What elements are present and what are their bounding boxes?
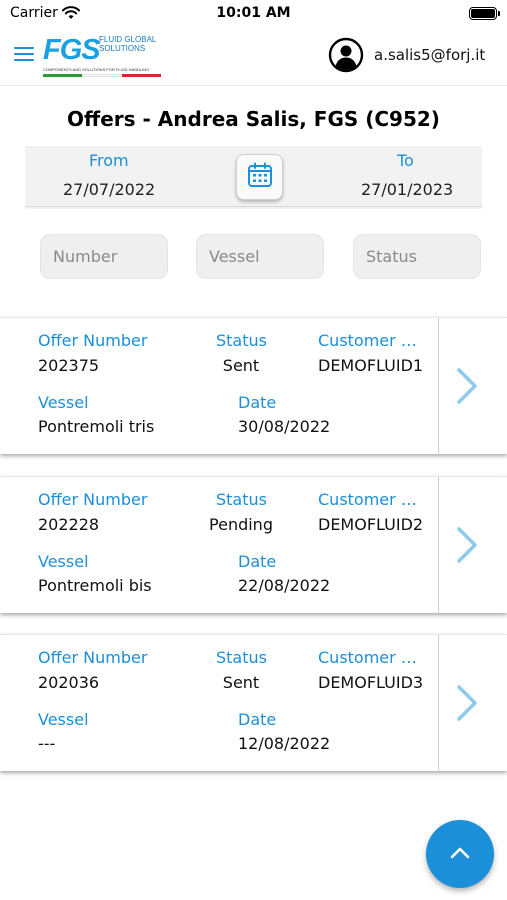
status-value: Sent <box>222 356 260 375</box>
battery-icon <box>469 7 500 20</box>
card-divider <box>438 477 439 614</box>
offer-card[interactable]: Offer Number Status Customer R... 202228… <box>0 476 507 614</box>
logo-tagline: COMPONENTS AND SOLUTIONS FOR FLUID HANDL… <box>43 67 150 72</box>
number-filter-input[interactable] <box>40 234 168 279</box>
chevron-up-icon <box>449 845 471 864</box>
calendar-icon <box>246 161 274 193</box>
chevron-right-icon[interactable] <box>454 683 480 723</box>
status-bar: Carrier 10:01 AM <box>0 0 507 28</box>
date-to-value[interactable]: 27/01/2023 <box>361 180 453 199</box>
customer-ref-label: Customer R... <box>318 490 426 509</box>
offer-number-label: Offer Number <box>38 331 148 350</box>
hamburger-menu-icon[interactable] <box>14 47 34 63</box>
date-label: Date <box>238 552 277 571</box>
date-divider <box>25 206 482 207</box>
date-label: Date <box>238 710 277 729</box>
date-to-label: To <box>397 151 414 170</box>
clock: 10:01 AM <box>216 5 291 21</box>
date-value: 12/08/2022 <box>238 734 331 753</box>
vessel-label: Vessel <box>38 710 89 729</box>
fgs-logo: FGS FLUID GLOBAL SOLUTIONS COMPONENTS AN… <box>43 34 163 80</box>
date-value: 22/08/2022 <box>238 576 331 595</box>
logo-mark: FGS <box>43 34 101 66</box>
date-to[interactable]: To 27/01/2023 <box>357 146 467 209</box>
chevron-right-icon[interactable] <box>454 366 480 406</box>
vessel-label: Vessel <box>38 552 89 571</box>
offer-number-value: 202375 <box>38 356 100 375</box>
vessel-value: --- <box>38 734 56 753</box>
customer-ref-value: DEMOFLUID1 <box>318 356 424 375</box>
date-from-label: From <box>89 151 129 170</box>
chevron-right-icon[interactable] <box>454 525 480 565</box>
logo-flag-stripe <box>43 74 161 77</box>
status-filter-input[interactable] <box>353 234 481 279</box>
page-title: Offers - Andrea Salis, FGS (C952) <box>67 107 440 131</box>
calendar-button[interactable] <box>236 154 283 200</box>
vessel-value: Pontremoli tris <box>38 417 155 436</box>
user-avatar-icon[interactable] <box>328 37 364 73</box>
status-label: Status <box>216 490 267 509</box>
status-value: Sent <box>222 673 260 692</box>
scroll-top-button[interactable] <box>426 820 494 888</box>
user-email[interactable]: a.salis5@forj.it <box>374 46 485 64</box>
customer-ref-label: Customer R... <box>318 648 426 667</box>
customer-ref-value: DEMOFLUID3 <box>318 673 424 692</box>
customer-ref-value: DEMOFLUID2 <box>318 515 424 534</box>
vessel-filter-input[interactable] <box>196 234 324 279</box>
offer-number-value: 202036 <box>38 673 100 692</box>
offer-number-value: 202228 <box>38 515 100 534</box>
date-from-value[interactable]: 27/07/2022 <box>63 180 155 199</box>
card-divider <box>438 635 439 772</box>
logo-subtitle: FLUID GLOBAL SOLUTIONS <box>99 35 157 53</box>
card-divider <box>438 318 439 455</box>
app-header: FGS FLUID GLOBAL SOLUTIONS COMPONENTS AN… <box>0 28 507 86</box>
status-label: Status <box>216 648 267 667</box>
offer-card[interactable]: Offer Number Status Customer R... 202375… <box>0 317 507 455</box>
vessel-value: Pontremoli bis <box>38 576 152 595</box>
offer-number-label: Offer Number <box>38 490 148 509</box>
date-from[interactable]: From 27/07/2022 <box>51 146 171 209</box>
offer-number-label: Offer Number <box>38 648 148 667</box>
customer-ref-label: Customer R... <box>318 331 426 350</box>
date-value: 30/08/2022 <box>238 417 331 436</box>
date-label: Date <box>238 393 277 412</box>
vessel-label: Vessel <box>38 393 89 412</box>
status-value: Pending <box>209 515 273 534</box>
offer-card[interactable]: Offer Number Status Customer R... 202036… <box>0 634 507 772</box>
status-label: Status <box>216 331 267 350</box>
